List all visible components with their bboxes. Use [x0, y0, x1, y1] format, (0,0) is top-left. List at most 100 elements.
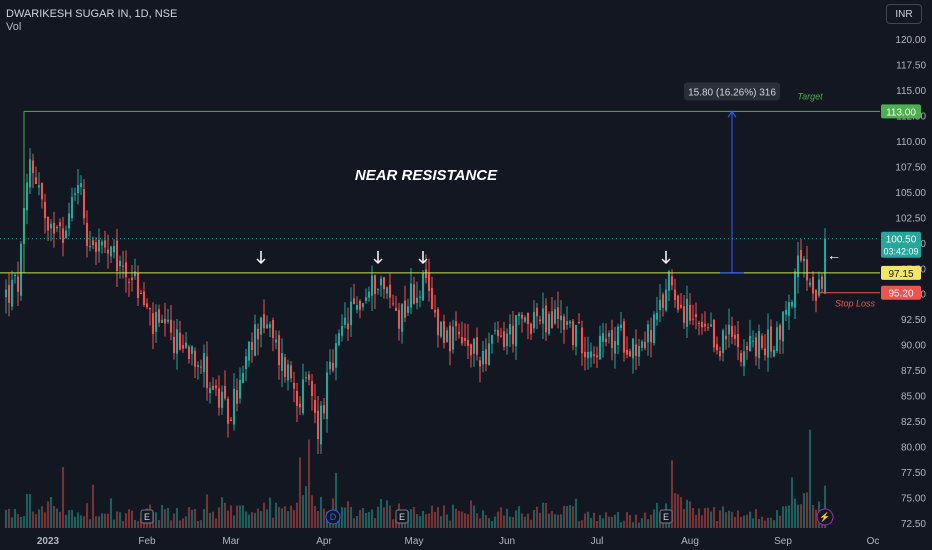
- y-tick-label: 110.00: [896, 137, 926, 148]
- volume-bar: [94, 516, 98, 528]
- candle-body: [388, 284, 392, 298]
- candle-body: [31, 160, 35, 173]
- volume-bar: [178, 520, 182, 528]
- candle-body: [253, 324, 257, 356]
- volume-bar: [376, 506, 380, 528]
- volume-bar: [295, 502, 299, 528]
- candle-body: [118, 260, 122, 267]
- volume-bar: [718, 510, 722, 528]
- candle-body: [337, 333, 341, 345]
- volume-bar: [730, 511, 734, 528]
- candle-body: [436, 309, 440, 336]
- candle-body: [88, 246, 92, 248]
- candle-body: [130, 277, 134, 281]
- candle-body: [742, 351, 746, 367]
- volume-bar: [169, 520, 173, 528]
- volume-bar: [574, 498, 578, 528]
- volume-bar: [790, 477, 794, 528]
- candle-body: [502, 331, 506, 348]
- candle-body: [604, 338, 608, 343]
- candle-body: [247, 341, 251, 361]
- candle-body: [376, 288, 380, 290]
- candle-body: [577, 322, 581, 324]
- volume-bar: [613, 514, 617, 528]
- volume-bar: [31, 511, 35, 528]
- candle-body: [85, 222, 89, 246]
- x-tick-label: Oc: [867, 536, 880, 547]
- volume-bar: [676, 494, 680, 528]
- candle-body: [685, 298, 689, 327]
- volume-bar: [448, 520, 452, 528]
- candle-body: [109, 246, 113, 257]
- volume-bar: [589, 518, 593, 528]
- volume-bar: [19, 516, 23, 528]
- candle-body: [475, 337, 479, 355]
- volume-bar: [130, 510, 134, 528]
- candle-body: [532, 312, 536, 329]
- volume-bar: [250, 512, 254, 528]
- volume-bar: [58, 511, 62, 528]
- candle-body: [790, 302, 794, 307]
- candle-body: [373, 275, 377, 295]
- candle-body: [19, 243, 23, 296]
- candle-body: [280, 353, 284, 371]
- volume-bar: [271, 517, 275, 528]
- candle-body: [340, 325, 344, 336]
- candle-body: [778, 325, 782, 340]
- candle-body: [367, 291, 371, 298]
- candle-body: [304, 377, 308, 379]
- candle-body: [37, 185, 41, 188]
- volume-bar: [16, 514, 20, 528]
- candle-body: [157, 309, 161, 323]
- volume-bar: [82, 516, 86, 528]
- candle-body: [235, 390, 239, 404]
- volume-bar: [754, 509, 758, 528]
- candle-body: [787, 302, 791, 316]
- candle-body: [301, 379, 305, 414]
- candle-body: [796, 255, 800, 278]
- candle-body: [319, 405, 323, 445]
- volume-bar: [694, 514, 698, 528]
- candle-body: [274, 339, 278, 343]
- candle-body: [115, 240, 119, 271]
- volume-bar: [40, 506, 44, 528]
- volume-bar: [352, 518, 356, 528]
- y-tick-label: 117.50: [896, 60, 926, 71]
- volume-bar: [379, 499, 383, 528]
- volume-bar: [289, 505, 293, 528]
- candle-body: [136, 273, 140, 298]
- candle-body: [508, 324, 512, 335]
- volume-bar: [61, 467, 65, 528]
- volume-bar: [205, 494, 209, 528]
- volume-bar: [304, 486, 308, 528]
- candle-body: [418, 296, 422, 298]
- candle-body: [748, 335, 752, 352]
- x-tick-label: Mar: [222, 536, 240, 547]
- volume-bar: [160, 504, 164, 528]
- volume-bar: [751, 518, 755, 528]
- candle-body: [406, 306, 410, 313]
- volume-bar: [442, 505, 446, 528]
- candle-body: [586, 351, 590, 359]
- volume-bar: [457, 510, 461, 528]
- candle-body: [325, 372, 329, 419]
- volume-bar: [460, 511, 464, 528]
- candlestick-chart[interactable]: 72.50 75.00 77.50 80.00 82.50 85.00 87.50 90.00…: [0, 0, 932, 550]
- volume-bar: [607, 516, 611, 528]
- volume-bar: [508, 516, 512, 528]
- volume-bar: [310, 495, 314, 528]
- candle-body: [682, 306, 686, 323]
- candle-body: [523, 317, 527, 322]
- candle-body: [28, 159, 32, 188]
- candle-body: [220, 391, 224, 408]
- currency-button[interactable]: INR: [886, 4, 922, 24]
- candle-body: [769, 326, 773, 352]
- volume-bar: [100, 513, 104, 528]
- candle-body: [289, 365, 293, 379]
- volume-bar: [370, 509, 374, 528]
- volume-bar: [793, 498, 797, 528]
- x-tick-label: Apr: [316, 536, 332, 547]
- candle-body: [163, 318, 167, 324]
- stoploss-label: Stop Loss: [835, 299, 876, 309]
- x-tick-label: May: [405, 536, 424, 547]
